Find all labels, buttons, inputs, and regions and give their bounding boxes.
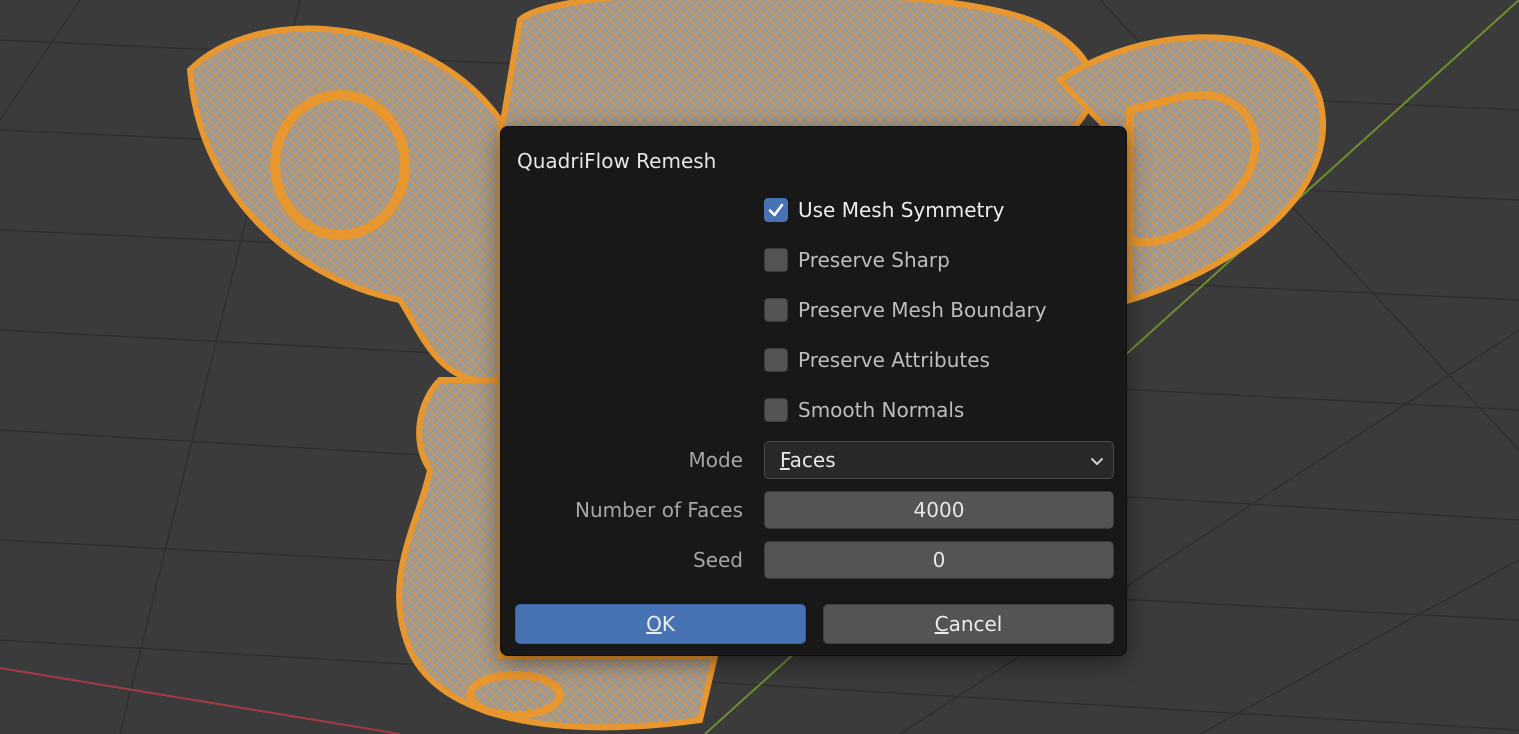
- smooth-normals-toggle[interactable]: Smooth Normals: [764, 396, 964, 424]
- preserve-sharp-label: Preserve Sharp: [798, 248, 950, 272]
- checkmark-icon: [768, 203, 784, 217]
- preserve-sharp-checkbox[interactable]: [764, 248, 788, 272]
- number-of-faces-value: 4000: [913, 498, 965, 522]
- preserve-mesh-boundary-checkbox[interactable]: [764, 298, 788, 322]
- cancel-button[interactable]: Cancel: [823, 604, 1114, 644]
- preserve-attributes-checkbox[interactable]: [764, 348, 788, 372]
- preserve-mesh-boundary-toggle[interactable]: Preserve Mesh Boundary: [764, 296, 1047, 324]
- seed-field[interactable]: 0: [764, 541, 1114, 579]
- seed-value: 0: [932, 548, 946, 572]
- mode-dropdown[interactable]: Faces: [764, 441, 1114, 479]
- mode-value: Faces: [780, 448, 836, 472]
- number-of-faces-label: Number of Faces: [575, 498, 743, 522]
- cancel-button-label: Cancel: [934, 612, 1003, 636]
- smooth-normals-label: Smooth Normals: [798, 398, 965, 422]
- preserve-sharp-toggle[interactable]: Preserve Sharp: [764, 246, 950, 274]
- ok-button-label: OK: [646, 612, 675, 636]
- smooth-normals-checkbox[interactable]: [764, 398, 788, 422]
- number-of-faces-field[interactable]: 4000: [764, 491, 1114, 529]
- seed-label: Seed: [693, 548, 743, 572]
- chevron-down-icon: [1091, 458, 1103, 465]
- preserve-mesh-boundary-label: Preserve Mesh Boundary: [798, 298, 1047, 322]
- preserve-attributes-toggle[interactable]: Preserve Attributes: [764, 346, 990, 374]
- use-mesh-symmetry-label: Use Mesh Symmetry: [798, 198, 1005, 222]
- mode-label: Mode: [688, 448, 744, 472]
- preserve-attributes-label: Preserve Attributes: [798, 348, 990, 372]
- use-mesh-symmetry-toggle[interactable]: Use Mesh Symmetry: [764, 196, 1004, 224]
- use-mesh-symmetry-checkbox[interactable]: [764, 198, 788, 222]
- quadriflow-remesh-dialog: QuadriFlow Remesh Use Mesh Symmetry Pres…: [500, 126, 1127, 656]
- ok-button[interactable]: OK: [515, 604, 806, 644]
- dialog-title: QuadriFlow Remesh: [517, 149, 717, 173]
